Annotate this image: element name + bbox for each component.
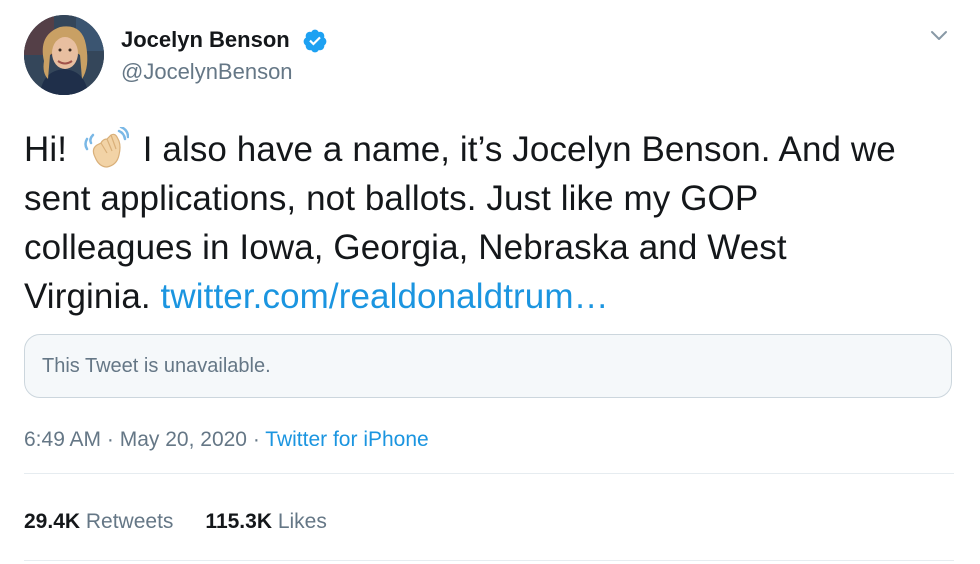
retweets-label: Retweets bbox=[80, 510, 174, 533]
tweet-meta: 6:49 AM · May 20, 2020 · Twitter for iPh… bbox=[24, 428, 429, 452]
quoted-tweet-unavailable-text: This Tweet is unavailable. bbox=[42, 355, 271, 377]
chevron-down-icon[interactable] bbox=[926, 24, 952, 46]
tweet-text-line-4: Virginia. twitter.com/realdonaldtrum… bbox=[24, 272, 954, 321]
tweet-text-line-1: Hi! I also have a name, it’s Jocelyn Ben… bbox=[24, 125, 954, 174]
avatar[interactable] bbox=[24, 15, 104, 95]
author-name[interactable]: Jocelyn Benson bbox=[121, 27, 290, 53]
divider bbox=[24, 560, 954, 561]
quoted-tweet-card[interactable]: This Tweet is unavailable. bbox=[24, 334, 952, 398]
author-handle[interactable]: @JocelynBenson bbox=[121, 59, 293, 85]
tweet-stats: 29.4K Retweets 115.3K Likes bbox=[24, 510, 327, 534]
tweet-text-line-1-rest: I also have a name, it’s Jocelyn Benson.… bbox=[132, 130, 896, 169]
tweet-date[interactable]: May 20, 2020 bbox=[120, 428, 247, 451]
likes-stat[interactable]: 115.3K Likes bbox=[205, 510, 326, 533]
retweets-count: 29.4K bbox=[24, 510, 81, 533]
tweet-card: Jocelyn Benson @JocelynBenson Hi! I also… bbox=[0, 0, 980, 564]
retweets-stat[interactable]: 29.4K Retweets bbox=[24, 510, 173, 533]
tweet-text-line-3: colleagues in Iowa, Georgia, Nebraska an… bbox=[24, 228, 787, 267]
tweet-time[interactable]: 6:49 AM bbox=[24, 428, 101, 451]
waving-hand-icon bbox=[84, 127, 129, 168]
meta-separator: · bbox=[247, 428, 266, 451]
tweet-text-greeting: Hi! bbox=[24, 130, 77, 169]
divider bbox=[24, 473, 954, 474]
likes-count: 115.3K bbox=[205, 510, 272, 533]
verified-badge-icon bbox=[303, 29, 327, 53]
tweet-text-line-4-start: Virginia. bbox=[24, 277, 161, 316]
tweet-text-line-2: sent applications, not ballots. Just lik… bbox=[24, 179, 759, 218]
avatar-image bbox=[24, 15, 104, 95]
meta-separator: · bbox=[101, 428, 120, 451]
likes-label: Likes bbox=[271, 510, 327, 533]
tweet-source-link[interactable]: Twitter for iPhone bbox=[265, 428, 428, 451]
tweet-link[interactable]: twitter.com/realdonaldtrum… bbox=[161, 277, 609, 316]
tweet-text: Hi! I also have a name, it’s Jocelyn Ben… bbox=[24, 125, 954, 321]
